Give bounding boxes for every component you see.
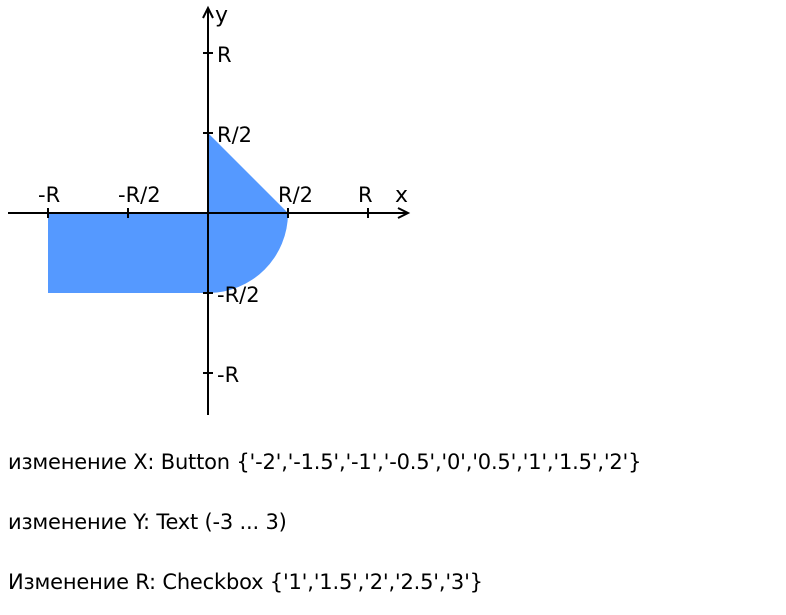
x-tick-label-pos-r: R — [358, 183, 373, 207]
area-quarter-circle — [208, 213, 288, 293]
y-tick-label-neg-half: -R/2 — [217, 283, 260, 307]
x-tick-label-neg-half: -R/2 — [118, 183, 161, 207]
x-axis-label: x — [395, 183, 408, 208]
y-tick-label-pos-half: R/2 — [217, 123, 252, 147]
spec-r-change: Изменение R: Checkbox {'1','1.5','2','2.… — [8, 570, 483, 594]
x-tick-label-pos-half: R/2 — [278, 183, 313, 207]
x-tick-label-neg-r: -R — [38, 183, 60, 207]
y-tick-label-pos-r: R — [217, 43, 232, 67]
spec-y-change: изменение Y: Text (-3 ... 3) — [8, 510, 287, 534]
spec-x-change: изменение X: Button {'-2','-1.5','-1','-… — [8, 450, 642, 474]
y-tick-label-neg-r: -R — [217, 363, 239, 387]
area-rectangle — [48, 213, 208, 293]
coordinate-diagram: -R -R/2 R/2 R x R R/2 -R/2 -R y — [8, 3, 411, 415]
y-axis-label: y — [215, 3, 228, 28]
